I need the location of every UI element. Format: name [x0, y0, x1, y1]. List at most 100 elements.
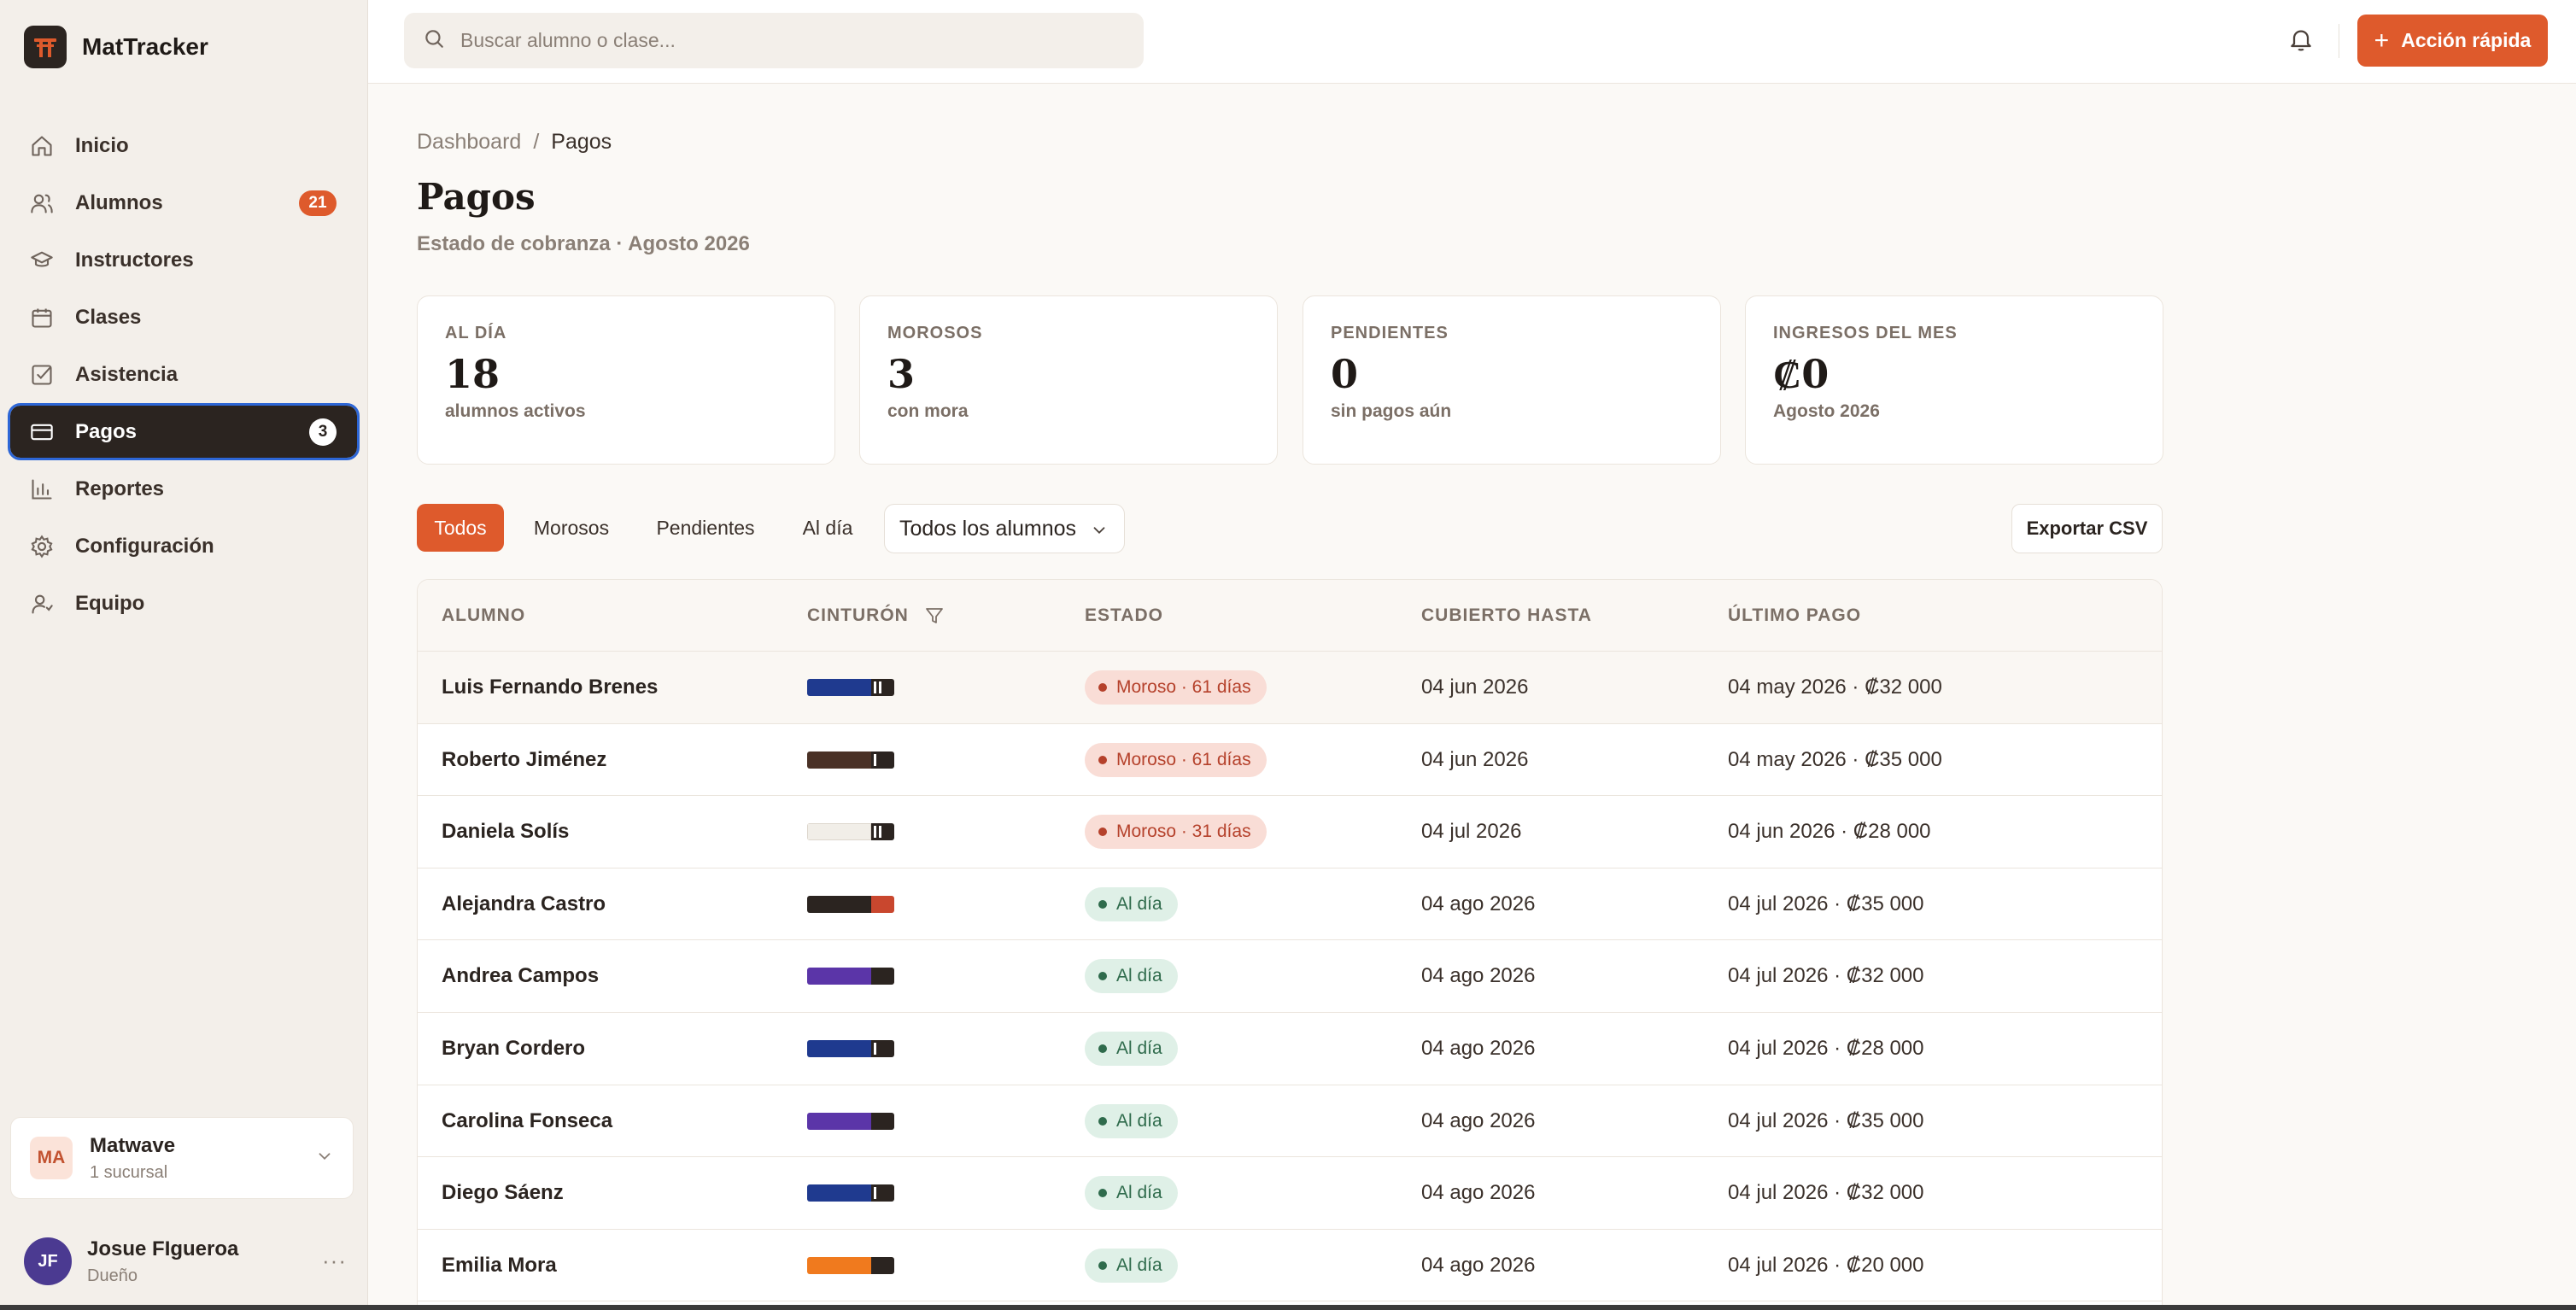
bell-icon[interactable] — [2287, 26, 2315, 57]
belt-swatch — [807, 823, 894, 841]
table-row[interactable]: Carolina Fonseca Al día 04 ago 2026 04 jul … — [418, 1085, 2162, 1158]
stat-value: 0 — [1331, 351, 1359, 397]
last-payment: 04 jul 2026 · ₡35 000 — [1728, 1108, 1924, 1132]
table-row[interactable]: Andrea Campos Al día 04 ago 2026 04 jul 202… — [418, 940, 2162, 1013]
status-badge: Al día — [1085, 886, 1178, 921]
covered-until: 04 jun 2026 — [1421, 747, 1529, 771]
stat-value: 3 — [887, 351, 916, 397]
branch-switcher[interactable]: MA Matwave 1 sucursal — [10, 1117, 354, 1199]
sidebar-item-equipo[interactable]: Equipo — [10, 577, 357, 629]
filter-funnel-icon[interactable] — [924, 605, 945, 626]
table-row[interactable]: Emilia Mora Al día 04 ago 2026 04 jul 2026 … — [418, 1230, 2162, 1302]
belt-stripe — [874, 753, 876, 766]
belt-cell — [807, 796, 894, 868]
table-row[interactable]: Alejandra Castro Al día 04 ago 2026 04 jul … — [418, 868, 2162, 941]
more-options-button[interactable]: ··· — [322, 1248, 347, 1274]
covered-until: 04 ago 2026 — [1421, 1036, 1536, 1060]
status-text: Al día — [1116, 966, 1162, 986]
gear-icon — [29, 534, 55, 559]
breadcrumb-separator: / — [533, 130, 540, 154]
search-input[interactable] — [460, 29, 1127, 52]
sidebar-item-label: Instructores — [75, 248, 194, 272]
belt-cell — [807, 652, 894, 723]
table-row[interactable]: Bryan Cordero Al día 04 ago 2026 04 jul 202… — [418, 1013, 2162, 1085]
stat-card-al-dia: AL DÍA 18 alumnos activos — [417, 295, 835, 465]
column-header-estado[interactable]: ESTADO — [1085, 605, 1163, 626]
sidebar-item-reportes[interactable]: Reportes — [10, 463, 357, 515]
sidebar-item-alumnos[interactable]: Alumnos 21 — [10, 177, 357, 229]
filter-tab-pendientes[interactable]: Pendientes — [641, 504, 770, 552]
branch-name: Matwave — [90, 1133, 176, 1157]
user-name: Josue FIgueroa — [87, 1237, 239, 1260]
column-header-ultimo-pago[interactable]: ÚLTIMO PAGO — [1728, 605, 1861, 626]
branch-avatar: MA — [30, 1137, 73, 1179]
sidebar-nav: Inicio Alumnos 21 Instructores Clases As… — [8, 120, 360, 635]
belt-swatch — [807, 968, 894, 985]
student-name: Bryan Cordero — [442, 1036, 586, 1060]
search-box[interactable] — [404, 13, 1144, 68]
filter-tab-al-dia[interactable]: Al día — [786, 504, 869, 552]
student-name: Luis Fernando Brenes — [442, 675, 659, 699]
search-icon — [423, 27, 445, 54]
belt-stripe — [879, 681, 881, 693]
sidebar-item-label: Reportes — [75, 477, 165, 500]
status-cell: Moroso · 31 días — [1085, 796, 1267, 868]
payments-table: ALUMNO CINTURÓN ESTADO CUBIERTO HASTA ÚL… — [417, 579, 2163, 1310]
last-payment: 04 jul 2026 · ₡28 000 — [1728, 1036, 1924, 1060]
belt-cell — [807, 1230, 894, 1301]
table-body: Luis Fernando Brenes Moroso · 61 días 04 j… — [418, 652, 2162, 1302]
covered-until: 04 ago 2026 — [1421, 892, 1536, 915]
filter-tab-todos[interactable]: Todos — [417, 504, 504, 552]
column-header-alumno[interactable]: ALUMNO — [442, 605, 525, 626]
student-name: Roberto Jiménez — [442, 747, 607, 771]
window-bottom-edge — [0, 1305, 2576, 1310]
last-payment: 04 jul 2026 · ₡32 000 — [1728, 1181, 1924, 1205]
table-row[interactable]: Diego Sáenz Al día 04 ago 2026 04 jul 2026 … — [418, 1157, 2162, 1230]
page-subtitle: Estado de cobranza · Agosto 2026 — [417, 232, 750, 255]
brand[interactable]: MatTracker — [24, 26, 208, 68]
export-csv-button[interactable]: Exportar CSV — [2011, 504, 2163, 553]
sidebar-item-configuracion[interactable]: Configuración — [10, 520, 357, 572]
table-row[interactable]: Roberto Jiménez Moroso · 61 días 04 jun 20… — [418, 724, 2162, 797]
last-payment: 04 jun 2026 · ₡28 000 — [1728, 820, 1931, 844]
student-filter-select[interactable]: Todos los alumnos — [884, 504, 1125, 553]
avatar: JF — [24, 1237, 72, 1285]
column-header-cubierto-hasta[interactable]: CUBIERTO HASTA — [1421, 605, 1592, 626]
status-badge: Moroso · 61 días — [1085, 742, 1267, 777]
sidebar-item-asistencia[interactable]: Asistencia — [10, 348, 357, 401]
belt-cell — [807, 1013, 894, 1085]
stat-value: 18 — [445, 351, 501, 397]
belt-cell — [807, 1157, 894, 1229]
table-row[interactable]: Luis Fernando Brenes Moroso · 61 días 04 j… — [418, 652, 2162, 724]
breadcrumb: Dashboard / Pagos — [417, 130, 612, 155]
column-header-cinturon[interactable]: CINTURÓN — [807, 605, 945, 626]
user-profile[interactable]: JF Josue FIgueroa Dueño ··· — [24, 1236, 348, 1287]
student-name: Andrea Campos — [442, 964, 600, 988]
table-row[interactable]: Daniela Solís Moroso · 31 días 04 jul 2026… — [418, 796, 2162, 868]
student-name: Alejandra Castro — [442, 892, 606, 915]
sidebar-item-pagos[interactable]: Pagos 3 — [8, 403, 360, 460]
sidebar-item-inicio[interactable]: Inicio — [10, 120, 357, 172]
sidebar-item-clases[interactable]: Clases — [10, 291, 357, 343]
select-value: Todos los alumnos — [899, 516, 1077, 541]
user-team-icon — [29, 591, 55, 617]
status-text: Al día — [1116, 1183, 1162, 1203]
stat-subtitle: sin pagos aún — [1331, 401, 1452, 422]
count-badge: 3 — [309, 418, 337, 446]
quick-action-label: Acción rápida — [2401, 29, 2532, 51]
sidebar-item-label: Asistencia — [75, 362, 179, 386]
status-text: Al día — [1116, 1038, 1162, 1058]
torii-logo-icon — [24, 26, 67, 68]
quick-action-button[interactable]: + Acción rápida — [2357, 15, 2548, 67]
stat-subtitle: Agosto 2026 — [1773, 401, 1880, 422]
sidebar-item-instructores[interactable]: Instructores — [10, 234, 357, 286]
status-badge: Al día — [1085, 1031, 1178, 1066]
filter-tab-morosos[interactable]: Morosos — [517, 504, 626, 552]
table-header: ALUMNO CINTURÓN ESTADO CUBIERTO HASTA ÚL… — [418, 580, 2162, 652]
stat-label: INGRESOS DEL MES — [1773, 324, 1958, 342]
status-dot-icon — [1098, 1044, 1107, 1053]
breadcrumb-link-dashboard[interactable]: Dashboard — [417, 130, 521, 154]
app-name: MatTracker — [82, 33, 208, 60]
status-badge: Al día — [1085, 1103, 1178, 1138]
status-cell: Al día — [1085, 1157, 1178, 1229]
